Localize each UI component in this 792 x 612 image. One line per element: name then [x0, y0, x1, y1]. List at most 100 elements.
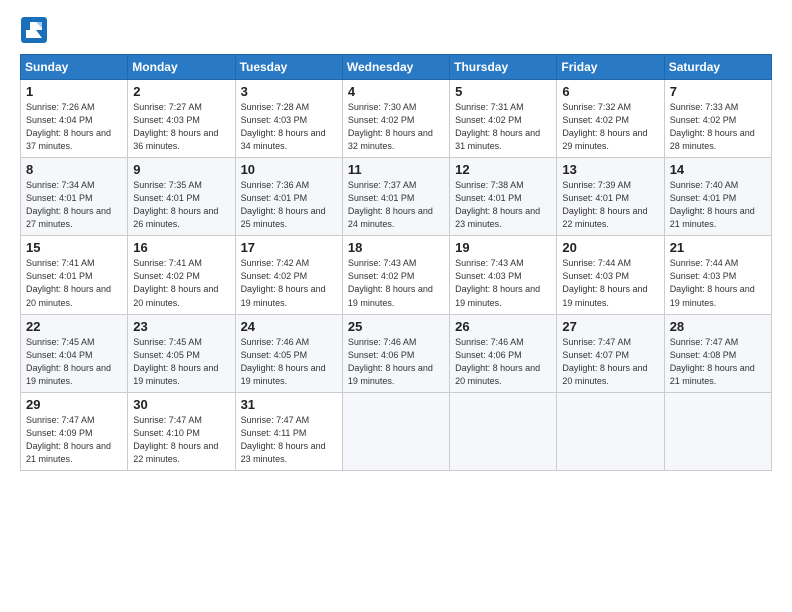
day-number: 6 [562, 84, 658, 99]
calendar-cell: 23 Sunrise: 7:45 AMSunset: 4:05 PMDaylig… [128, 314, 235, 392]
day-number: 5 [455, 84, 551, 99]
day-number: 22 [26, 319, 122, 334]
day-number: 15 [26, 240, 122, 255]
cell-info: Sunrise: 7:45 AMSunset: 4:05 PMDaylight:… [133, 337, 218, 386]
calendar-cell [557, 392, 664, 470]
header-monday: Monday [128, 55, 235, 80]
cell-info: Sunrise: 7:33 AMSunset: 4:02 PMDaylight:… [670, 102, 755, 151]
calendar-cell: 1 Sunrise: 7:26 AMSunset: 4:04 PMDayligh… [21, 80, 128, 158]
cell-info: Sunrise: 7:43 AMSunset: 4:03 PMDaylight:… [455, 258, 540, 307]
cell-info: Sunrise: 7:47 AMSunset: 4:08 PMDaylight:… [670, 337, 755, 386]
calendar-cell: 24 Sunrise: 7:46 AMSunset: 4:05 PMDaylig… [235, 314, 342, 392]
day-number: 13 [562, 162, 658, 177]
header-friday: Friday [557, 55, 664, 80]
header-tuesday: Tuesday [235, 55, 342, 80]
day-number: 9 [133, 162, 229, 177]
logo-icon [20, 16, 48, 44]
day-number: 30 [133, 397, 229, 412]
calendar-cell: 20 Sunrise: 7:44 AMSunset: 4:03 PMDaylig… [557, 236, 664, 314]
day-number: 26 [455, 319, 551, 334]
cell-info: Sunrise: 7:41 AMSunset: 4:02 PMDaylight:… [133, 258, 218, 307]
calendar-cell [342, 392, 449, 470]
day-number: 18 [348, 240, 444, 255]
cell-info: Sunrise: 7:47 AMSunset: 4:09 PMDaylight:… [26, 415, 111, 464]
day-number: 24 [241, 319, 337, 334]
calendar-cell: 19 Sunrise: 7:43 AMSunset: 4:03 PMDaylig… [450, 236, 557, 314]
calendar-cell: 17 Sunrise: 7:42 AMSunset: 4:02 PMDaylig… [235, 236, 342, 314]
calendar-cell: 27 Sunrise: 7:47 AMSunset: 4:07 PMDaylig… [557, 314, 664, 392]
cell-info: Sunrise: 7:28 AMSunset: 4:03 PMDaylight:… [241, 102, 326, 151]
calendar-cell: 3 Sunrise: 7:28 AMSunset: 4:03 PMDayligh… [235, 80, 342, 158]
cell-info: Sunrise: 7:47 AMSunset: 4:11 PMDaylight:… [241, 415, 326, 464]
calendar-cell: 21 Sunrise: 7:44 AMSunset: 4:03 PMDaylig… [664, 236, 771, 314]
logo [20, 16, 50, 44]
cell-info: Sunrise: 7:44 AMSunset: 4:03 PMDaylight:… [562, 258, 647, 307]
cell-info: Sunrise: 7:35 AMSunset: 4:01 PMDaylight:… [133, 180, 218, 229]
day-number: 10 [241, 162, 337, 177]
calendar-cell: 13 Sunrise: 7:39 AMSunset: 4:01 PMDaylig… [557, 158, 664, 236]
calendar-row: 22 Sunrise: 7:45 AMSunset: 4:04 PMDaylig… [21, 314, 772, 392]
calendar-table: Sunday Monday Tuesday Wednesday Thursday… [20, 54, 772, 471]
cell-info: Sunrise: 7:45 AMSunset: 4:04 PMDaylight:… [26, 337, 111, 386]
cell-info: Sunrise: 7:34 AMSunset: 4:01 PMDaylight:… [26, 180, 111, 229]
calendar-cell: 4 Sunrise: 7:30 AMSunset: 4:02 PMDayligh… [342, 80, 449, 158]
day-number: 25 [348, 319, 444, 334]
day-number: 2 [133, 84, 229, 99]
cell-info: Sunrise: 7:46 AMSunset: 4:06 PMDaylight:… [348, 337, 433, 386]
cell-info: Sunrise: 7:41 AMSunset: 4:01 PMDaylight:… [26, 258, 111, 307]
cell-info: Sunrise: 7:43 AMSunset: 4:02 PMDaylight:… [348, 258, 433, 307]
calendar-cell: 5 Sunrise: 7:31 AMSunset: 4:02 PMDayligh… [450, 80, 557, 158]
cell-info: Sunrise: 7:37 AMSunset: 4:01 PMDaylight:… [348, 180, 433, 229]
day-number: 21 [670, 240, 766, 255]
calendar-cell: 15 Sunrise: 7:41 AMSunset: 4:01 PMDaylig… [21, 236, 128, 314]
cell-info: Sunrise: 7:47 AMSunset: 4:10 PMDaylight:… [133, 415, 218, 464]
day-number: 11 [348, 162, 444, 177]
day-number: 17 [241, 240, 337, 255]
day-number: 16 [133, 240, 229, 255]
day-number: 14 [670, 162, 766, 177]
day-number: 3 [241, 84, 337, 99]
calendar-cell: 7 Sunrise: 7:33 AMSunset: 4:02 PMDayligh… [664, 80, 771, 158]
day-number: 27 [562, 319, 658, 334]
calendar-row: 29 Sunrise: 7:47 AMSunset: 4:09 PMDaylig… [21, 392, 772, 470]
calendar-cell: 10 Sunrise: 7:36 AMSunset: 4:01 PMDaylig… [235, 158, 342, 236]
calendar-cell: 6 Sunrise: 7:32 AMSunset: 4:02 PMDayligh… [557, 80, 664, 158]
weekday-header-row: Sunday Monday Tuesday Wednesday Thursday… [21, 55, 772, 80]
header-wednesday: Wednesday [342, 55, 449, 80]
day-number: 29 [26, 397, 122, 412]
day-number: 1 [26, 84, 122, 99]
cell-info: Sunrise: 7:27 AMSunset: 4:03 PMDaylight:… [133, 102, 218, 151]
cell-info: Sunrise: 7:40 AMSunset: 4:01 PMDaylight:… [670, 180, 755, 229]
cell-info: Sunrise: 7:44 AMSunset: 4:03 PMDaylight:… [670, 258, 755, 307]
calendar-cell: 28 Sunrise: 7:47 AMSunset: 4:08 PMDaylig… [664, 314, 771, 392]
day-number: 4 [348, 84, 444, 99]
calendar-cell [664, 392, 771, 470]
cell-info: Sunrise: 7:32 AMSunset: 4:02 PMDaylight:… [562, 102, 647, 151]
calendar-cell: 2 Sunrise: 7:27 AMSunset: 4:03 PMDayligh… [128, 80, 235, 158]
day-number: 20 [562, 240, 658, 255]
cell-info: Sunrise: 7:46 AMSunset: 4:06 PMDaylight:… [455, 337, 540, 386]
calendar-cell: 14 Sunrise: 7:40 AMSunset: 4:01 PMDaylig… [664, 158, 771, 236]
day-number: 12 [455, 162, 551, 177]
calendar-cell: 30 Sunrise: 7:47 AMSunset: 4:10 PMDaylig… [128, 392, 235, 470]
calendar-cell: 9 Sunrise: 7:35 AMSunset: 4:01 PMDayligh… [128, 158, 235, 236]
day-number: 19 [455, 240, 551, 255]
header-saturday: Saturday [664, 55, 771, 80]
calendar-cell: 25 Sunrise: 7:46 AMSunset: 4:06 PMDaylig… [342, 314, 449, 392]
cell-info: Sunrise: 7:39 AMSunset: 4:01 PMDaylight:… [562, 180, 647, 229]
cell-info: Sunrise: 7:47 AMSunset: 4:07 PMDaylight:… [562, 337, 647, 386]
calendar-row: 8 Sunrise: 7:34 AMSunset: 4:01 PMDayligh… [21, 158, 772, 236]
cell-info: Sunrise: 7:26 AMSunset: 4:04 PMDaylight:… [26, 102, 111, 151]
calendar-cell: 22 Sunrise: 7:45 AMSunset: 4:04 PMDaylig… [21, 314, 128, 392]
day-number: 28 [670, 319, 766, 334]
calendar-cell: 16 Sunrise: 7:41 AMSunset: 4:02 PMDaylig… [128, 236, 235, 314]
cell-info: Sunrise: 7:46 AMSunset: 4:05 PMDaylight:… [241, 337, 326, 386]
day-number: 7 [670, 84, 766, 99]
calendar-cell: 11 Sunrise: 7:37 AMSunset: 4:01 PMDaylig… [342, 158, 449, 236]
calendar-cell: 29 Sunrise: 7:47 AMSunset: 4:09 PMDaylig… [21, 392, 128, 470]
day-number: 8 [26, 162, 122, 177]
cell-info: Sunrise: 7:30 AMSunset: 4:02 PMDaylight:… [348, 102, 433, 151]
cell-info: Sunrise: 7:42 AMSunset: 4:02 PMDaylight:… [241, 258, 326, 307]
calendar-cell: 18 Sunrise: 7:43 AMSunset: 4:02 PMDaylig… [342, 236, 449, 314]
day-number: 23 [133, 319, 229, 334]
